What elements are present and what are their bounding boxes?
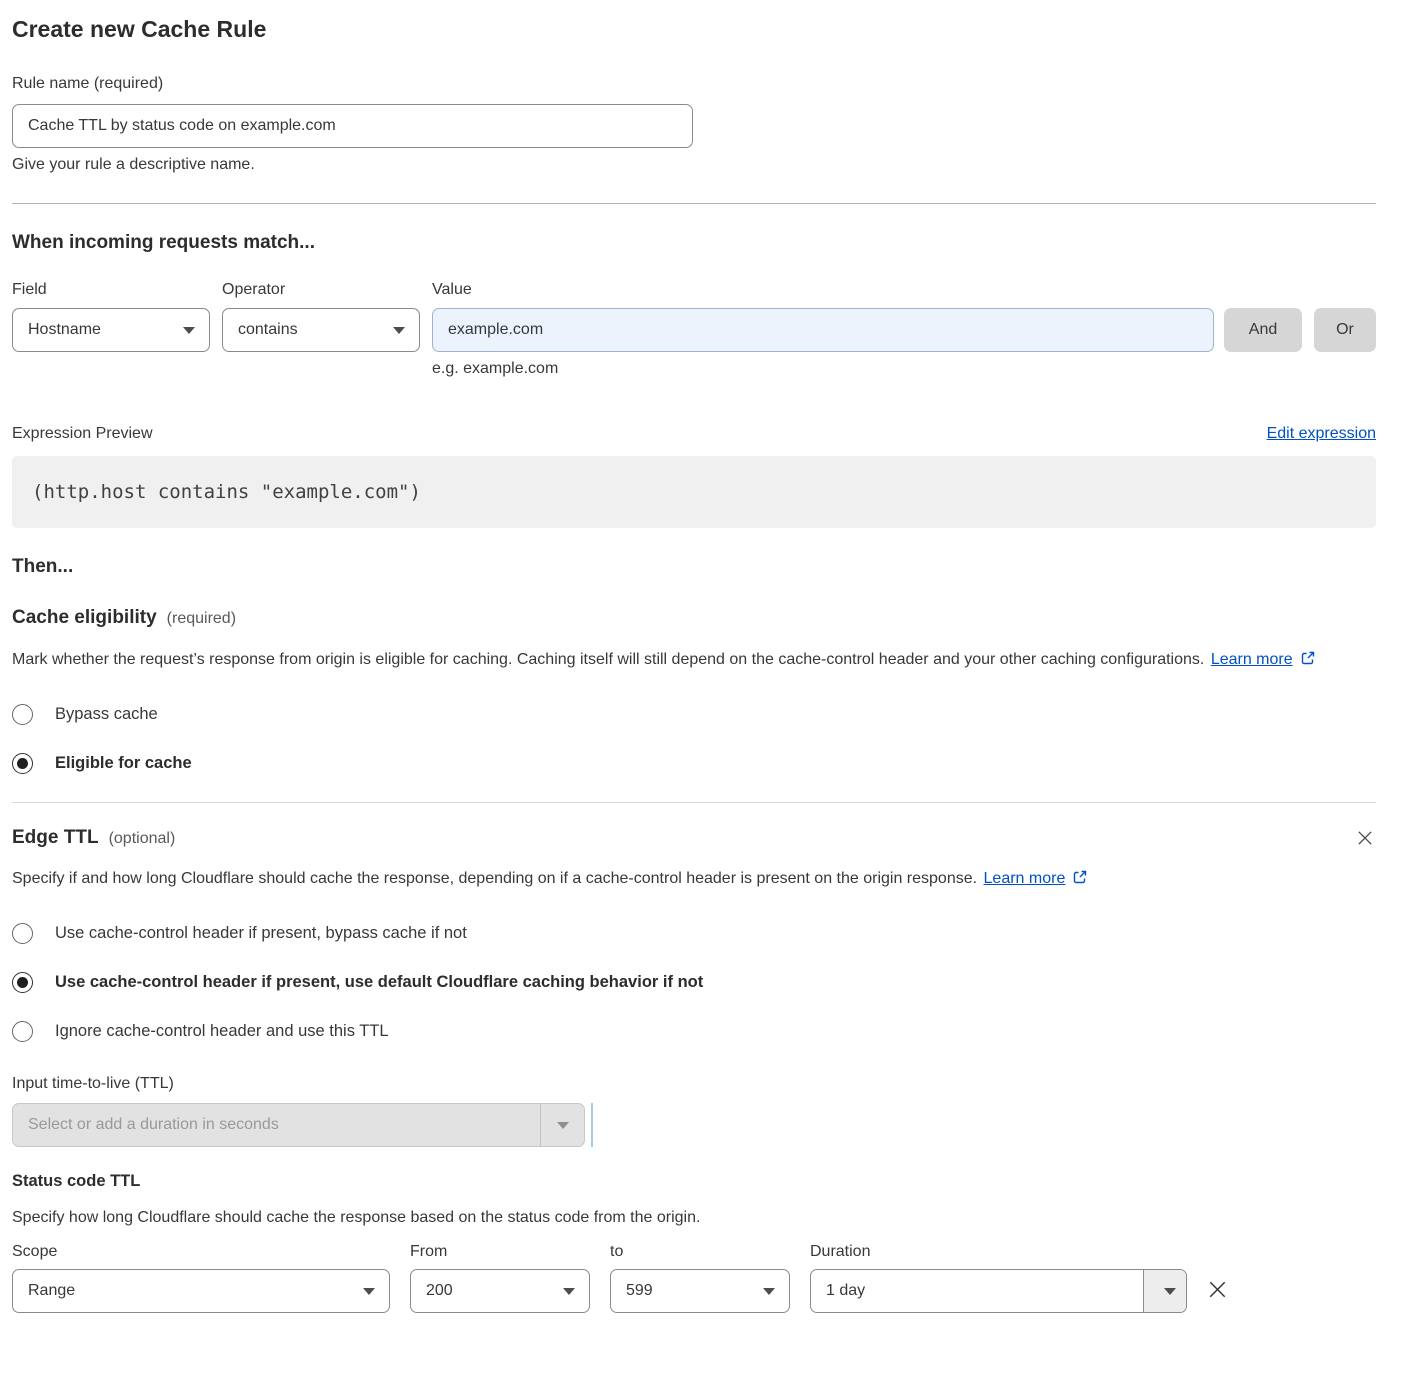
scope-select-value: Range [28,1282,353,1300]
edge-ttl-qualifier: (optional) [109,830,176,848]
chevron-down-icon [1143,1270,1186,1312]
to-label: to [610,1242,790,1261]
value-label: Value [432,280,1214,299]
ttl-input-label: Input time-to-live (TTL) [12,1075,1376,1093]
close-icon[interactable] [1354,827,1376,852]
expression-header: Expression Preview Edit expression [12,425,1376,443]
edge-ttl-header: Edge TTL (optional) [12,827,1376,852]
chevron-down-icon [563,1288,575,1295]
chevron-down-icon [183,327,195,334]
ttl-duration-placeholder: Select or add a duration in seconds [13,1104,540,1146]
ttl-duration-select[interactable]: Select or add a duration in seconds [12,1103,585,1147]
and-button[interactable]: And [1224,308,1302,352]
from-select-value: 200 [426,1282,553,1300]
divider [12,802,1376,803]
match-row: Field Hostname Operator contains Value e… [12,280,1376,378]
status-code-ttl-row: Scope Range From 200 to 599 Duration 1 d… [12,1242,1376,1313]
radio-bypass-cache[interactable]: Bypass cache [12,704,1376,725]
field-label: Field [12,280,210,299]
operator-select[interactable]: contains [222,308,420,352]
divider [12,203,1376,204]
external-link-icon [1300,648,1316,676]
scope-label: Scope [12,1242,390,1261]
chevron-down-icon [763,1288,775,1295]
radio-selected-icon [12,972,33,993]
radio-selected-icon [12,753,33,774]
cache-eligibility-description: Mark whether the request’s response from… [12,646,1357,676]
duration-label: Duration [810,1242,1187,1261]
chevron-down-icon [540,1104,584,1146]
duration-select-value: 1 day [811,1270,1143,1312]
chevron-down-icon [363,1288,375,1295]
then-heading: Then... [12,555,1376,579]
value-help: e.g. example.com [432,360,1214,378]
rule-name-input[interactable] [12,104,693,148]
radio-cache-control-bypass[interactable]: Use cache-control header if present, byp… [12,923,1376,944]
operator-select-value: contains [238,321,383,339]
radio-ignore-cache-control[interactable]: Ignore cache-control header and use this… [12,1021,1376,1042]
or-button[interactable]: Or [1314,308,1376,352]
scope-select[interactable]: Range [12,1269,390,1313]
remove-status-ttl-icon[interactable] [1205,1277,1230,1305]
to-select[interactable]: 599 [610,1269,790,1313]
cache-eligibility-qualifier: (required) [167,610,236,628]
from-label: From [410,1242,590,1261]
from-select[interactable]: 200 [410,1269,590,1313]
field-select-value: Hostname [28,321,173,339]
radio-icon [12,923,33,944]
page-title: Create new Cache Rule [12,14,1376,44]
cache-eligibility-header: Cache eligibility (required) [12,607,1376,629]
status-code-ttl-title: Status code TTL [12,1172,1376,1191]
radio-eligible-for-cache[interactable]: Eligible for cache [12,753,1376,774]
chevron-down-icon [393,327,405,334]
focus-caret [591,1103,593,1147]
learn-more-link[interactable]: Learn more [1211,651,1293,668]
rule-name-group: Rule name (required) Give your rule a de… [12,75,1376,174]
radio-icon [12,704,33,725]
rule-name-label: Rule name (required) [12,75,1376,93]
expression-preview-code: (http.host contains "example.com") [12,456,1376,528]
rule-name-help: Give your rule a descriptive name. [12,156,1376,174]
edge-ttl-description: Specify if and how long Cloudflare shoul… [12,865,1112,895]
create-cache-rule-form: Create new Cache Rule Rule name (require… [0,0,1412,1313]
duration-select[interactable]: 1 day [810,1269,1187,1313]
edit-expression-link[interactable]: Edit expression [1267,425,1376,443]
operator-label: Operator [222,280,420,299]
to-select-value: 599 [626,1282,753,1300]
cache-eligibility-title: Cache eligibility [12,607,157,629]
expression-preview-label: Expression Preview [12,425,153,443]
field-select[interactable]: Hostname [12,308,210,352]
edge-ttl-title: Edge TTL [12,827,99,849]
ttl-input-row: Select or add a duration in seconds [12,1103,1376,1147]
external-link-icon [1072,867,1088,895]
status-code-ttl-description: Specify how long Cloudflare should cache… [12,1204,1376,1232]
learn-more-link[interactable]: Learn more [984,870,1066,887]
radio-cache-control-default[interactable]: Use cache-control header if present, use… [12,972,1376,993]
match-heading: When incoming requests match... [12,231,1376,255]
radio-icon [12,1021,33,1042]
value-input[interactable] [432,308,1214,352]
